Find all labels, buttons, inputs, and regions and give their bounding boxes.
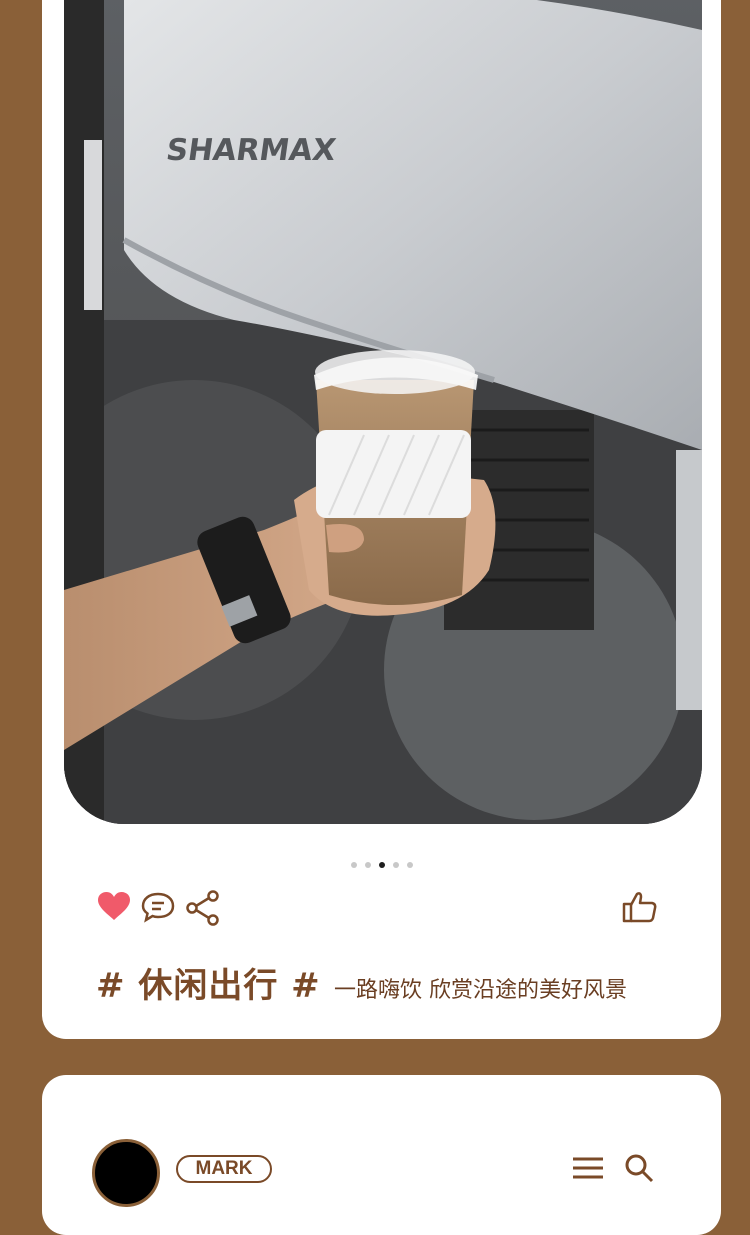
carousel-dot[interactable]: [365, 862, 371, 868]
carousel-dot[interactable]: [407, 862, 413, 868]
carousel-dot[interactable]: [351, 862, 357, 868]
comment-icon[interactable]: [141, 891, 175, 927]
share-icon[interactable]: [186, 890, 220, 930]
thumbs-up-icon[interactable]: [622, 890, 658, 928]
username-badge[interactable]: MARK: [176, 1155, 272, 1183]
carousel-dot[interactable]: [393, 862, 399, 868]
post-hashtag[interactable]: # 休闲出行 #: [96, 958, 321, 1007]
carousel-dots[interactable]: [351, 862, 413, 868]
tank-brand-text: SHARMAX: [164, 133, 338, 168]
heart-icon[interactable]: [97, 891, 131, 925]
post-caption: 一路嗨饮 欣赏沿途的美好风景: [334, 978, 627, 1003]
post-photo[interactable]: SHARMAX: [64, 0, 702, 824]
avatar[interactable]: [92, 1139, 160, 1207]
carousel-dot-active[interactable]: [379, 862, 385, 868]
search-icon[interactable]: [624, 1153, 654, 1187]
menu-icon[interactable]: [572, 1156, 604, 1184]
